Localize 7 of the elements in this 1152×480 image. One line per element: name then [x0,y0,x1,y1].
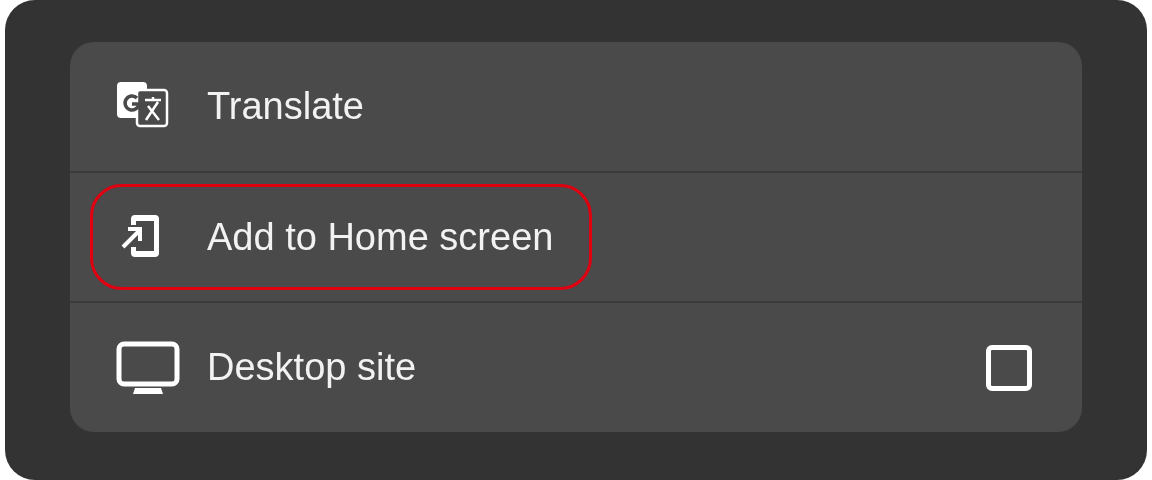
menu-item-label: Desktop site [207,346,417,390]
menu-item-label: Add to Home screen [207,215,554,259]
menu-item-label: Translate [207,84,364,128]
menu-item[interactable]: Add to Home screen [90,184,593,290]
menu-item[interactable]: Desktop site [90,314,456,421]
checkbox[interactable] [986,344,1032,391]
menu-item[interactable]: Translate [90,53,403,160]
